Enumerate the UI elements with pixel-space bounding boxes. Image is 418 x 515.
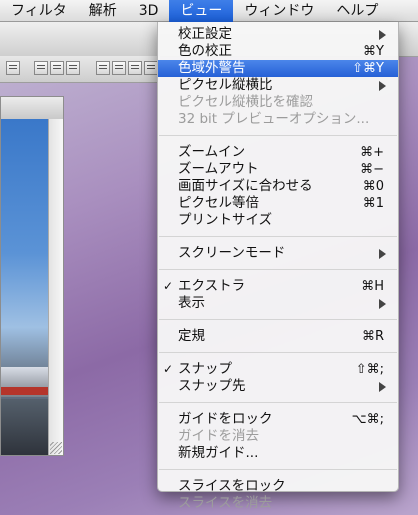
menu-item-label: スクリーンモード	[178, 245, 286, 261]
menu-item-clear-guides: ガイドを消去	[158, 428, 398, 445]
menu-item-zoom-out[interactable]: ズームアウト ⌘−	[158, 161, 398, 178]
menu-item-rulers[interactable]: 定規 ⌘R	[158, 328, 398, 345]
menu-item-proof-colors[interactable]: 色の校正 ⌘Y	[158, 43, 398, 60]
menu-item-label: 定規	[178, 328, 205, 344]
menu-item-lock-slices[interactable]: スライスをロック	[158, 478, 398, 495]
menu-item-snap-to[interactable]: スナップ先	[158, 378, 398, 395]
menu-item-fit-on-screen[interactable]: 画面サイズに合わせる ⌘0	[158, 178, 398, 195]
menu-item-shortcut: ⇧⌘Y	[352, 61, 384, 76]
menu-item-label: ズームアウト	[178, 161, 259, 177]
menu-separator	[159, 352, 397, 353]
menu-item-label: 画面サイズに合わせる	[178, 178, 313, 194]
menu-item-shortcut: ⌘R	[361, 329, 384, 344]
distribute-hcenter-icon[interactable]	[112, 61, 126, 75]
distribute-left-icon[interactable]	[96, 61, 110, 75]
menu-separator	[159, 319, 397, 320]
align-toolbar	[0, 56, 160, 83]
menu-item-lock-guides[interactable]: ガイドをロック ⌥⌘;	[158, 411, 398, 428]
menu-view[interactable]: ビュー	[169, 0, 234, 22]
align-top-icon[interactable]	[34, 61, 48, 75]
menu-3d[interactable]: 3D	[128, 0, 170, 22]
document-canvas[interactable]	[1, 119, 49, 455]
menu-item-pixel-aspect-ratio[interactable]: ピクセル縦横比	[158, 77, 398, 94]
submenu-arrow-icon	[379, 81, 386, 91]
resize-grip-icon[interactable]	[50, 442, 62, 454]
menu-window[interactable]: ウィンドウ	[233, 0, 325, 22]
menu-item-shortcut: ⌥⌘;	[351, 412, 384, 427]
menu-item-label: ガイドを消去	[178, 428, 259, 444]
menu-item-shortcut: ⌘0	[362, 179, 384, 194]
menu-help[interactable]: ヘルプ	[325, 0, 389, 22]
menu-item-zoom-in[interactable]: ズームイン ⌘+	[158, 144, 398, 161]
menu-item-label: ピクセル等倍	[178, 195, 259, 211]
menu-item-label: 新規ガイド...	[178, 445, 259, 461]
menu-filter[interactable]: フィルタ	[0, 0, 78, 22]
menu-item-label: ズームイン	[178, 144, 246, 160]
menu-item-shortcut: ⌘−	[360, 162, 384, 177]
menu-separator	[159, 236, 397, 237]
menu-item-label: スライスをロック	[178, 478, 286, 494]
submenu-arrow-icon	[379, 30, 386, 40]
distribute-extra-icon[interactable]	[144, 61, 158, 75]
vertical-scrollbar[interactable]	[48, 119, 63, 455]
menu-separator	[159, 135, 397, 136]
menu-item-shortcut: ⇧⌘;	[355, 362, 384, 377]
menu-item-new-guide[interactable]: 新規ガイド...	[158, 445, 398, 462]
menu-item-shortcut: ⌘1	[362, 196, 384, 211]
menu-item-label: スナップ	[178, 361, 232, 377]
menu-separator	[159, 469, 397, 470]
menu-item-label: プリントサイズ	[178, 212, 273, 228]
menu-item-label: ピクセル縦横比	[178, 77, 273, 93]
canvas-water	[1, 399, 49, 455]
menu-item-proof-setup[interactable]: 校正設定	[158, 26, 398, 43]
submenu-arrow-icon	[379, 299, 386, 309]
document-window	[0, 96, 64, 456]
submenu-arrow-icon	[379, 249, 386, 259]
menu-item-actual-pixels[interactable]: ピクセル等倍 ⌘1	[158, 195, 398, 212]
menu-item-label: ガイドをロック	[178, 411, 273, 427]
menu-bar: フィルタ 解析 3D ビュー ウィンドウ ヘルプ	[0, 0, 418, 22]
menu-separator	[159, 402, 397, 403]
menu-separator	[159, 269, 397, 270]
menu-item-label: 色域外警告	[178, 60, 246, 76]
menu-item-pixel-aspect-correction: ピクセル縦横比を確認	[158, 94, 398, 111]
menu-item-label: スナップ先	[178, 378, 246, 394]
menu-item-label: エクストラ	[178, 278, 246, 294]
menu-item-label: 32 bit プレビューオプション...	[178, 111, 370, 127]
menu-item-clear-slices: スライスを消去	[158, 495, 398, 512]
menu-item-label: ピクセル縦横比を確認	[178, 94, 313, 110]
align-bottom-icon[interactable]	[66, 61, 80, 75]
submenu-arrow-icon	[379, 382, 386, 392]
menu-item-32bit-preview-options: 32 bit プレビューオプション...	[158, 111, 398, 128]
menu-item-shortcut: ⌘H	[361, 279, 384, 294]
menu-item-gamut-warning[interactable]: 色域外警告 ⇧⌘Y	[158, 60, 398, 77]
menu-item-label: 色の校正	[178, 43, 232, 59]
menu-item-label: 表示	[178, 295, 205, 311]
menu-item-label: スライスを消去	[178, 495, 273, 511]
menu-item-snap[interactable]: ✓ スナップ ⇧⌘;	[158, 361, 398, 378]
canvas-bridge	[1, 387, 49, 395]
menu-item-shortcut: ⌘+	[360, 145, 384, 160]
menu-item-extras[interactable]: ✓ エクストラ ⌘H	[158, 278, 398, 295]
distribute-right-icon[interactable]	[128, 61, 142, 75]
menu-analysis[interactable]: 解析	[78, 0, 128, 22]
menu-item-print-size[interactable]: プリントサイズ	[158, 212, 398, 229]
view-menu-dropdown: 校正設定 色の校正 ⌘Y 色域外警告 ⇧⌘Y ピクセル縦横比 ピクセル縦横比を確…	[157, 22, 399, 511]
document-titlebar[interactable]	[1, 97, 63, 120]
menu-item-label: 校正設定	[178, 26, 232, 42]
align-vcenter-icon[interactable]	[50, 61, 64, 75]
menu-item-shortcut: ⌘Y	[363, 44, 384, 59]
checkmark-icon: ✓	[163, 362, 174, 376]
menu-item-show[interactable]: 表示	[158, 295, 398, 312]
align-icon[interactable]	[6, 61, 20, 75]
checkmark-icon: ✓	[163, 279, 174, 293]
menu-item-screen-mode[interactable]: スクリーンモード	[158, 245, 398, 262]
